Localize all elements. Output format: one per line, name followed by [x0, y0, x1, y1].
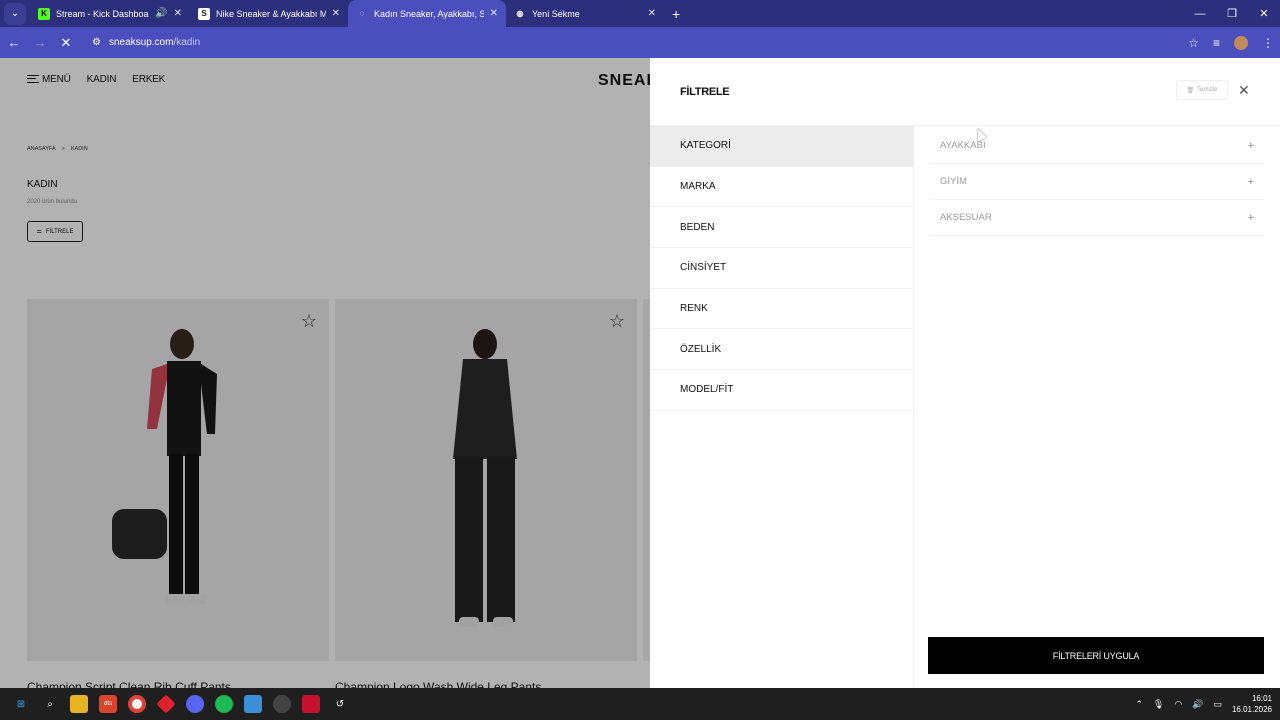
loading-icon: ◌	[359, 9, 365, 18]
site-info-icon[interactable]: ⚙	[92, 37, 101, 48]
url-field[interactable]: ⚙ sneaksup.com/kadin	[84, 32, 1244, 54]
spotify-icon[interactable]	[215, 695, 233, 713]
tab-bar: ⌄ K Stream - Kick Dashboard 🔊 ✕ S Nike S…	[0, 0, 1280, 27]
tab-new-tab[interactable]: ◍ Yeni Sekme ✕	[506, 0, 664, 27]
clock[interactable]: 16:01 16.01.2026	[1232, 693, 1272, 715]
filter-category-renk[interactable]: RENK	[650, 289, 913, 330]
chrome-icon: ◍	[516, 9, 524, 18]
toolbar-right: ☆ ≡ ⋮	[1188, 27, 1274, 58]
app-icon[interactable]	[302, 695, 320, 713]
kick-icon: K	[38, 7, 50, 20]
battery-icon[interactable]: ▭	[1213, 699, 1222, 710]
app-icon[interactable]	[156, 694, 176, 714]
search-icon[interactable]: ⌕	[41, 695, 59, 713]
wifi-icon[interactable]: ◠	[1174, 699, 1182, 710]
minimize-icon[interactable]: —	[1184, 8, 1216, 20]
filter-category-list: KATEGORİ MARKA BEDEN CİNSİYET RENK ÖZELL…	[650, 126, 914, 688]
modal-backdrop[interactable]	[0, 58, 650, 688]
profile-avatar[interactable]	[1234, 35, 1248, 50]
forward-icon[interactable]: →	[28, 35, 52, 50]
tab-search-button[interactable]: ⌄	[4, 2, 26, 25]
chevron-up-icon[interactable]: ⌃	[1135, 699, 1143, 710]
back-icon[interactable]: ←	[2, 35, 26, 50]
windows-start-icon[interactable]: ⊞	[12, 695, 30, 713]
audio-icon[interactable]: 🔊	[155, 8, 167, 19]
clear-filters-button[interactable]: 🗑 Temizle	[1176, 80, 1228, 100]
tab-title: Kadın Sneaker, Ayakkabı, Spor	[374, 8, 484, 19]
app-icon[interactable]	[273, 695, 291, 713]
tab-kick[interactable]: K Stream - Kick Dashboard 🔊 ✕	[30, 0, 190, 27]
subcategory-list: AYAKKABI + GİYİM + AKSESUAR +	[930, 128, 1264, 236]
new-tab-button[interactable]: +	[664, 6, 688, 22]
close-tab-icon[interactable]: ✕	[648, 8, 656, 19]
chrome-taskbar-icon[interactable]	[128, 695, 146, 713]
filter-category-ozellik[interactable]: ÖZELLİK	[650, 329, 913, 371]
tab-nike[interactable]: S Nike Sneaker & Ayakkabı Mode ✕	[190, 0, 348, 27]
sneaksup-icon: S	[198, 7, 210, 20]
filter-panel: FİLTRELE 🗑 Temizle ✕ KATEGORİ MARKA BEDE…	[650, 58, 1280, 688]
microphone-icon[interactable]: 🎙	[1153, 699, 1164, 710]
close-tab-icon[interactable]: ✕	[332, 8, 340, 19]
subcategory-giyim[interactable]: GİYİM +	[930, 164, 1264, 200]
url-host: sneaksup.com	[108, 37, 174, 48]
restore-icon[interactable]: ❐	[1216, 7, 1248, 20]
apply-filters-button[interactable]: FİLTRELERİ UYGULA	[928, 637, 1264, 674]
filter-category-marka[interactable]: MARKA	[650, 167, 913, 208]
address-bar: ← → ✕ ⚙ sneaksup.com/kadin ☆ ≡ ⋮	[0, 27, 1280, 58]
url-path: /kadin	[173, 37, 201, 48]
expand-plus-icon[interactable]: +	[1248, 176, 1254, 188]
bookmark-star-icon[interactable]: ☆	[1188, 36, 1199, 50]
close-window-icon[interactable]: ✕	[1248, 7, 1280, 20]
app-icon[interactable]: ↺	[331, 695, 349, 713]
close-panel-icon[interactable]: ✕	[1238, 82, 1250, 99]
discord-icon[interactable]	[186, 695, 204, 713]
filter-category-kategori[interactable]: KATEGORİ	[650, 126, 913, 167]
volume-icon[interactable]: 🔊	[1192, 699, 1203, 710]
subcategory-aksesuar[interactable]: AKSESUAR +	[930, 200, 1264, 236]
expand-plus-icon[interactable]: +	[1248, 212, 1254, 224]
tab-title: Stream - Kick Dashboard	[56, 8, 150, 19]
close-tab-icon[interactable]: ✕	[174, 8, 182, 19]
trash-icon: 🗑	[1186, 87, 1195, 94]
tab-title: Yeni Sekme	[532, 8, 580, 19]
close-tab-icon[interactable]: ✕	[490, 8, 498, 19]
file-explorer-icon[interactable]	[70, 695, 88, 713]
filter-category-model-fit[interactable]: MODEL/FİT	[650, 370, 913, 411]
tab-title: Nike Sneaker & Ayakkabı Mode	[216, 8, 326, 19]
filter-category-cinsiyet[interactable]: CİNSİYET	[650, 248, 913, 289]
filter-category-beden[interactable]: BEDEN	[650, 207, 913, 249]
taskbar: ⊞ ⌕ dts ↺ ⌃ 🎙 ◠ 🔊 ▭ 16:01 16.01.2026	[0, 688, 1280, 720]
panel-title: FİLTRELE	[680, 86, 730, 98]
window-controls: — ❐ ✕	[1184, 0, 1280, 27]
photos-icon[interactable]	[244, 695, 262, 713]
stop-loading-icon[interactable]: ✕	[54, 35, 78, 51]
expand-plus-icon[interactable]: +	[1248, 140, 1254, 152]
media-control-icon[interactable]: ≡	[1213, 36, 1220, 50]
system-tray: ⌃ 🎙 ◠ 🔊 ▭ 16:01 16.01.2026	[1135, 688, 1272, 720]
tab-kadin[interactable]: ◌ Kadın Sneaker, Ayakkabı, Spor ✕	[348, 0, 506, 27]
more-menu-icon[interactable]: ⋮	[1262, 36, 1274, 50]
app-icon[interactable]: dts	[99, 695, 117, 713]
